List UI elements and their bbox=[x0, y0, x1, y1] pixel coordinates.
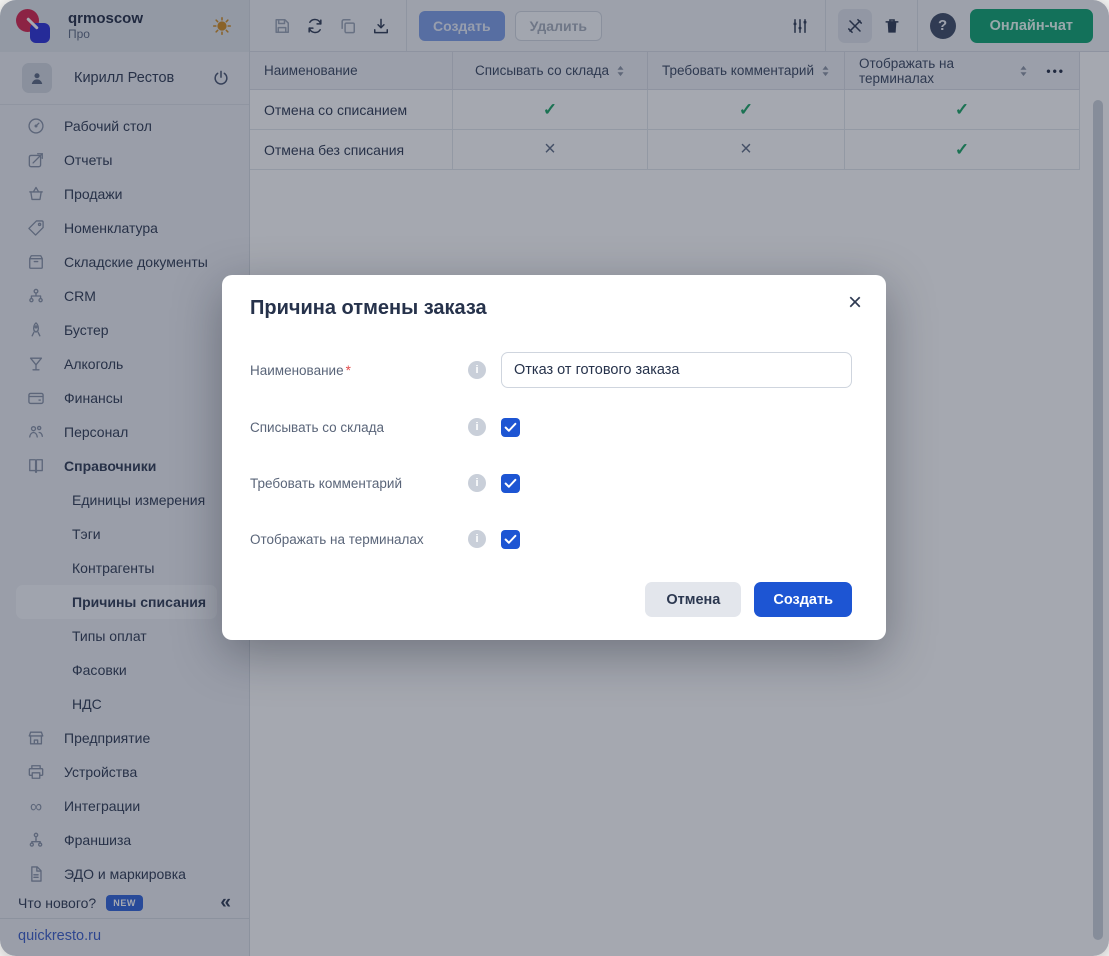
terminals-checkbox-row: Отображать на терминалах i bbox=[250, 529, 852, 549]
cancel-button[interactable]: Отмена bbox=[645, 582, 741, 617]
info-icon[interactable]: i bbox=[468, 361, 486, 379]
close-icon[interactable]: × bbox=[848, 291, 862, 315]
comment-checkbox-label: Требовать комментарий bbox=[250, 476, 468, 491]
terminals-checkbox-label: Отображать на терминалах bbox=[250, 532, 468, 547]
required-mark: * bbox=[346, 363, 351, 378]
writeoff-checkbox-row: Списывать со склада i bbox=[250, 417, 852, 437]
modal-title: Причина отмены заказа bbox=[250, 297, 487, 320]
name-field-label: Наименование bbox=[250, 363, 344, 378]
info-icon[interactable]: i bbox=[468, 418, 486, 436]
info-icon[interactable]: i bbox=[468, 474, 486, 492]
name-field-row: Наименование* i bbox=[250, 352, 852, 388]
writeoff-checkbox[interactable] bbox=[501, 418, 520, 437]
name-input[interactable] bbox=[501, 352, 852, 388]
writeoff-checkbox-label: Списывать со склада bbox=[250, 420, 468, 435]
cancel-reason-modal: Причина отмены заказа × Наименование* i … bbox=[222, 275, 886, 640]
info-icon[interactable]: i bbox=[468, 530, 486, 548]
submit-create-button[interactable]: Создать bbox=[754, 582, 852, 617]
comment-checkbox[interactable] bbox=[501, 474, 520, 493]
terminals-checkbox[interactable] bbox=[501, 530, 520, 549]
modal-footer: Отмена Создать bbox=[645, 582, 852, 617]
app-window: qrmoscow Про Кирилл Рестов bbox=[0, 0, 1109, 956]
comment-checkbox-row: Требовать комментарий i bbox=[250, 473, 852, 493]
